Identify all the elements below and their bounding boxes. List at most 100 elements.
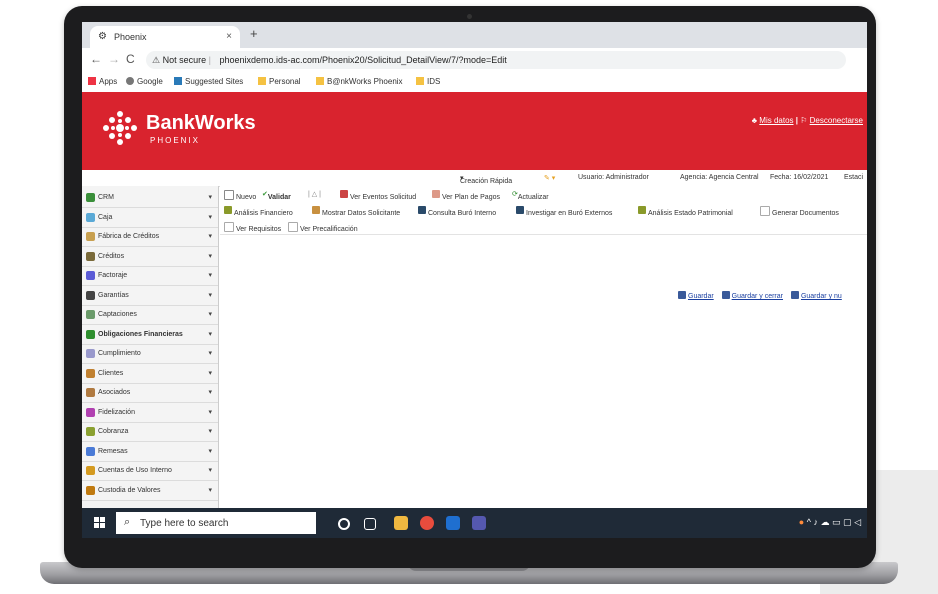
camera-icon	[467, 14, 472, 19]
chevron-down-icon[interactable]: ▾	[208, 486, 212, 494]
url-text: phoenixdemo.ids-ac.com/Phoenix20/Solicit…	[219, 55, 507, 65]
guardar-cerrar-link[interactable]: Guardar y cerrar	[732, 293, 783, 300]
outlook-icon[interactable]	[446, 516, 460, 530]
person-icon	[312, 206, 320, 214]
sidebar-item[interactable]: Clientes ▾	[82, 366, 218, 384]
browser-tab-strip: ⚙ Phoenix × +	[82, 22, 867, 48]
nuevo-button[interactable]: Nuevo	[224, 190, 256, 201]
sidebar-item-label: Cuentas de Uso Interno	[98, 467, 172, 474]
laptop-screen: ⚙ Phoenix × + ← → C ⚠ Not secure | phoen…	[82, 22, 867, 538]
sidebar-item[interactable]: Custodia de Valores ▾	[82, 483, 218, 501]
chevron-down-icon[interactable]: ▾	[208, 369, 212, 377]
date-label: Fecha: 16/02/2021	[770, 174, 829, 181]
sidebar-item-icon	[86, 388, 95, 397]
ver-plan-pagos-button[interactable]: Ver Plan de Pagos	[432, 190, 500, 201]
sidebar-item[interactable]: Cobranza ▾	[82, 424, 218, 442]
sidebar-item-label: Custodia de Valores	[98, 486, 161, 494]
reload-icon[interactable]: C	[126, 52, 135, 66]
chevron-down-icon[interactable]: ▾	[208, 213, 212, 221]
sidebar-item-icon	[86, 427, 95, 436]
validar-button[interactable]: ✔ Validar	[262, 190, 291, 201]
sidebar-item[interactable]: Cumplimiento ▾	[82, 346, 218, 364]
cloud-icon: ☁	[820, 517, 830, 527]
sites-icon	[174, 77, 182, 85]
bookmark-ids[interactable]: IDS	[416, 77, 440, 86]
chevron-down-icon[interactable]: ▾	[208, 447, 212, 455]
battery-icon: ▭	[832, 517, 841, 527]
bookmark-personal[interactable]: Personal	[258, 77, 301, 86]
analisis-financiero-button[interactable]: Análisis Financiero	[224, 206, 293, 217]
guardar-link[interactable]: Guardar	[688, 293, 714, 300]
address-bar[interactable]: ⚠ Not secure | phoenixdemo.ids-ac.com/Ph…	[146, 51, 846, 69]
warning-triangle-icon[interactable]: | △ |	[308, 190, 321, 198]
actualizar-button[interactable]: ⟳ Actualizar	[512, 190, 549, 201]
windows-start-icon[interactable]	[94, 517, 106, 529]
forward-icon[interactable]: →	[108, 52, 120, 66]
ver-eventos-button[interactable]: Ver Eventos Solicitud	[340, 190, 416, 201]
guardar-nuevo-link[interactable]: Guardar y nu	[801, 293, 842, 300]
folder-icon	[258, 77, 266, 85]
bookmark-google[interactable]: Google	[126, 77, 163, 86]
cortana-icon[interactable]	[338, 518, 350, 530]
close-tab-icon[interactable]: ×	[226, 31, 232, 42]
chevron-down-icon[interactable]: ▾	[208, 193, 212, 201]
chevron-down-icon[interactable]: ▾	[208, 310, 212, 318]
browser-tab[interactable]: ⚙ Phoenix ×	[90, 26, 240, 48]
sidebar-item[interactable]: Fábrica de Créditos ▾	[82, 229, 218, 247]
generar-documentos-button[interactable]: Generar Documentos	[760, 206, 839, 217]
ver-requisitos-button[interactable]: Ver Requisitos	[224, 222, 281, 233]
sidebar-item[interactable]: CRM ▾	[82, 190, 218, 208]
analysis-icon	[224, 206, 232, 214]
sidebar-item-icon	[86, 310, 95, 319]
sidebar-item[interactable]: Obligaciones Financieras ▾	[82, 327, 218, 345]
chevron-down-icon[interactable]: ▾	[208, 388, 212, 396]
bookmark-suggested-sites[interactable]: Suggested Sites	[174, 77, 243, 86]
system-tray[interactable]: ● ^ ♪ ☁ ▭ ▢ ◁	[799, 517, 861, 528]
consulta-buro-interno-button[interactable]: Consulta Buró Interno	[418, 206, 496, 217]
file-explorer-icon[interactable]	[394, 516, 408, 530]
agency-label: Agencia: Agencia Central	[680, 174, 759, 181]
new-tab-icon[interactable]: +	[250, 26, 258, 41]
logout-link[interactable]: Desconectarse	[810, 116, 863, 125]
chevron-down-icon[interactable]: ▾	[208, 252, 212, 260]
sidebar-item[interactable]: Cuentas de Uso Interno ▾	[82, 463, 218, 481]
chevron-down-icon[interactable]: ▾	[208, 330, 212, 338]
sidebar-item-label: Remesas	[98, 447, 128, 455]
ver-precalificacion-button[interactable]: Ver Precalificación	[288, 222, 358, 233]
sidebar-item[interactable]: Asociados ▾	[82, 385, 218, 403]
sidebar-item[interactable]: Caja ▾	[82, 210, 218, 228]
volume-icon: ◁	[854, 517, 861, 527]
pin-icon[interactable]: ✎ ▾	[544, 174, 555, 182]
chevron-down-icon[interactable]: ▾	[208, 271, 212, 279]
task-view-icon[interactable]	[364, 518, 376, 530]
sidebar-item[interactable]: Fidelización ▾	[82, 405, 218, 423]
mostrar-datos-button[interactable]: Mostrar Datos Solicitante	[312, 206, 400, 217]
chevron-down-icon[interactable]: ▾	[208, 232, 212, 240]
sidebar-item[interactable]: Créditos ▾	[82, 249, 218, 267]
chevron-down-icon[interactable]: ▾	[208, 427, 212, 435]
analisis-patrimonial-button[interactable]: Análisis Estado Patrimonial	[638, 206, 733, 217]
teams-icon[interactable]	[472, 516, 486, 530]
sidebar-item-label: Cumplimiento	[98, 350, 141, 357]
chrome-icon[interactable]	[420, 516, 434, 530]
chevron-down-icon[interactable]: ▾	[208, 291, 212, 299]
investigar-buro-externos-button[interactable]: Investigar en Buró Externos	[516, 206, 612, 217]
sidebar-item-label: Garantías	[98, 291, 129, 299]
sidebar-item-icon	[86, 212, 95, 222]
taskbar-search[interactable]: ⌕ Type here to search	[116, 512, 316, 534]
chevron-down-icon[interactable]: ▾	[208, 408, 212, 416]
prequalification-icon	[288, 222, 298, 232]
chevron-down-icon[interactable]: ▾	[208, 349, 212, 357]
sidebar-item[interactable]: Factoraje ▾	[82, 268, 218, 286]
mic-icon: ♪	[813, 517, 818, 527]
quick-create-menu[interactable]: Creación Rápida ▾	[460, 174, 512, 185]
sidebar-item[interactable]: Garantías ▾	[82, 288, 218, 306]
my-data-link[interactable]: Mis datos	[759, 116, 793, 125]
chevron-down-icon[interactable]: ▾	[208, 466, 212, 474]
back-icon[interactable]: ←	[90, 52, 102, 66]
sidebar-item[interactable]: Captaciones ▾	[82, 307, 218, 325]
bookmark-bankworks[interactable]: B@nkWorks Phoenix	[316, 77, 403, 86]
sidebar-item[interactable]: Remesas ▾	[82, 444, 218, 462]
sidebar-item-icon	[86, 485, 95, 495]
bookmark-apps[interactable]: Apps	[88, 77, 117, 86]
